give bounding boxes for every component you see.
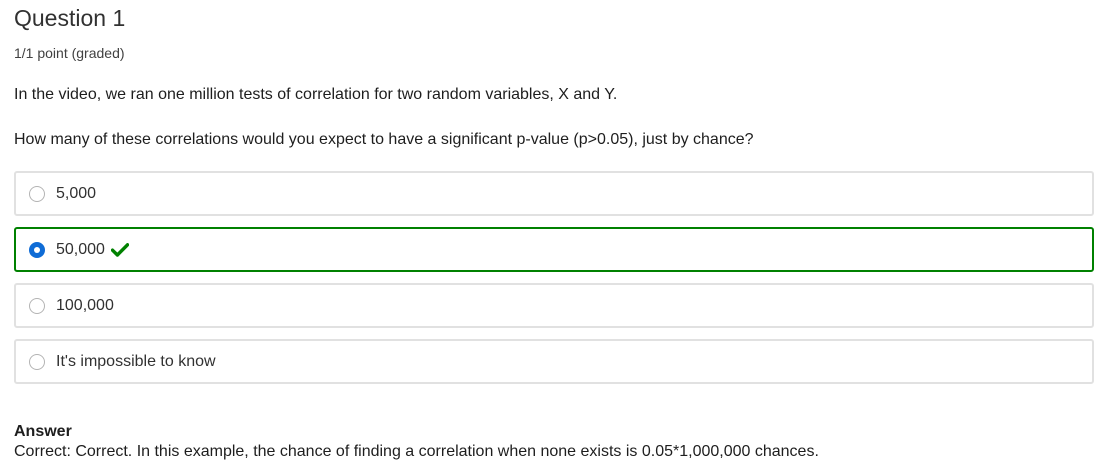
answer-heading: Answer: [14, 423, 72, 440]
answer-text: Correct: Correct. In this example, the c…: [14, 443, 819, 460]
option-impossible[interactable]: It's impossible to know: [14, 339, 1094, 384]
radio-button-selected[interactable]: [29, 241, 45, 258]
question-points: 1/1 point (graded): [14, 45, 125, 61]
problem-page: Question 1 1/1 point (graded) In the vid…: [0, 0, 1114, 471]
answer-options: 5,000 50,000 100,000 It's impossible to …: [14, 171, 1094, 395]
question-prompt-1: In the video, we ran one million tests o…: [14, 86, 618, 103]
question-prompt-2: How many of these correlations would you…: [14, 131, 754, 148]
option-label: 5,000: [56, 184, 97, 202]
option-50000[interactable]: 50,000: [14, 227, 1094, 272]
option-label: 50,000: [56, 240, 105, 258]
radio-button[interactable]: [29, 297, 45, 314]
radio-button[interactable]: [29, 185, 45, 202]
radio-button[interactable]: [29, 353, 45, 370]
option-label: 100,000: [56, 296, 114, 314]
option-5000[interactable]: 5,000: [14, 171, 1094, 216]
check-icon: [110, 242, 129, 257]
question-title: Question 1: [14, 5, 126, 31]
option-100000[interactable]: 100,000: [14, 283, 1094, 328]
answer-section: Answer Correct: Correct. In this example…: [14, 422, 819, 462]
option-label: It's impossible to know: [56, 352, 216, 370]
